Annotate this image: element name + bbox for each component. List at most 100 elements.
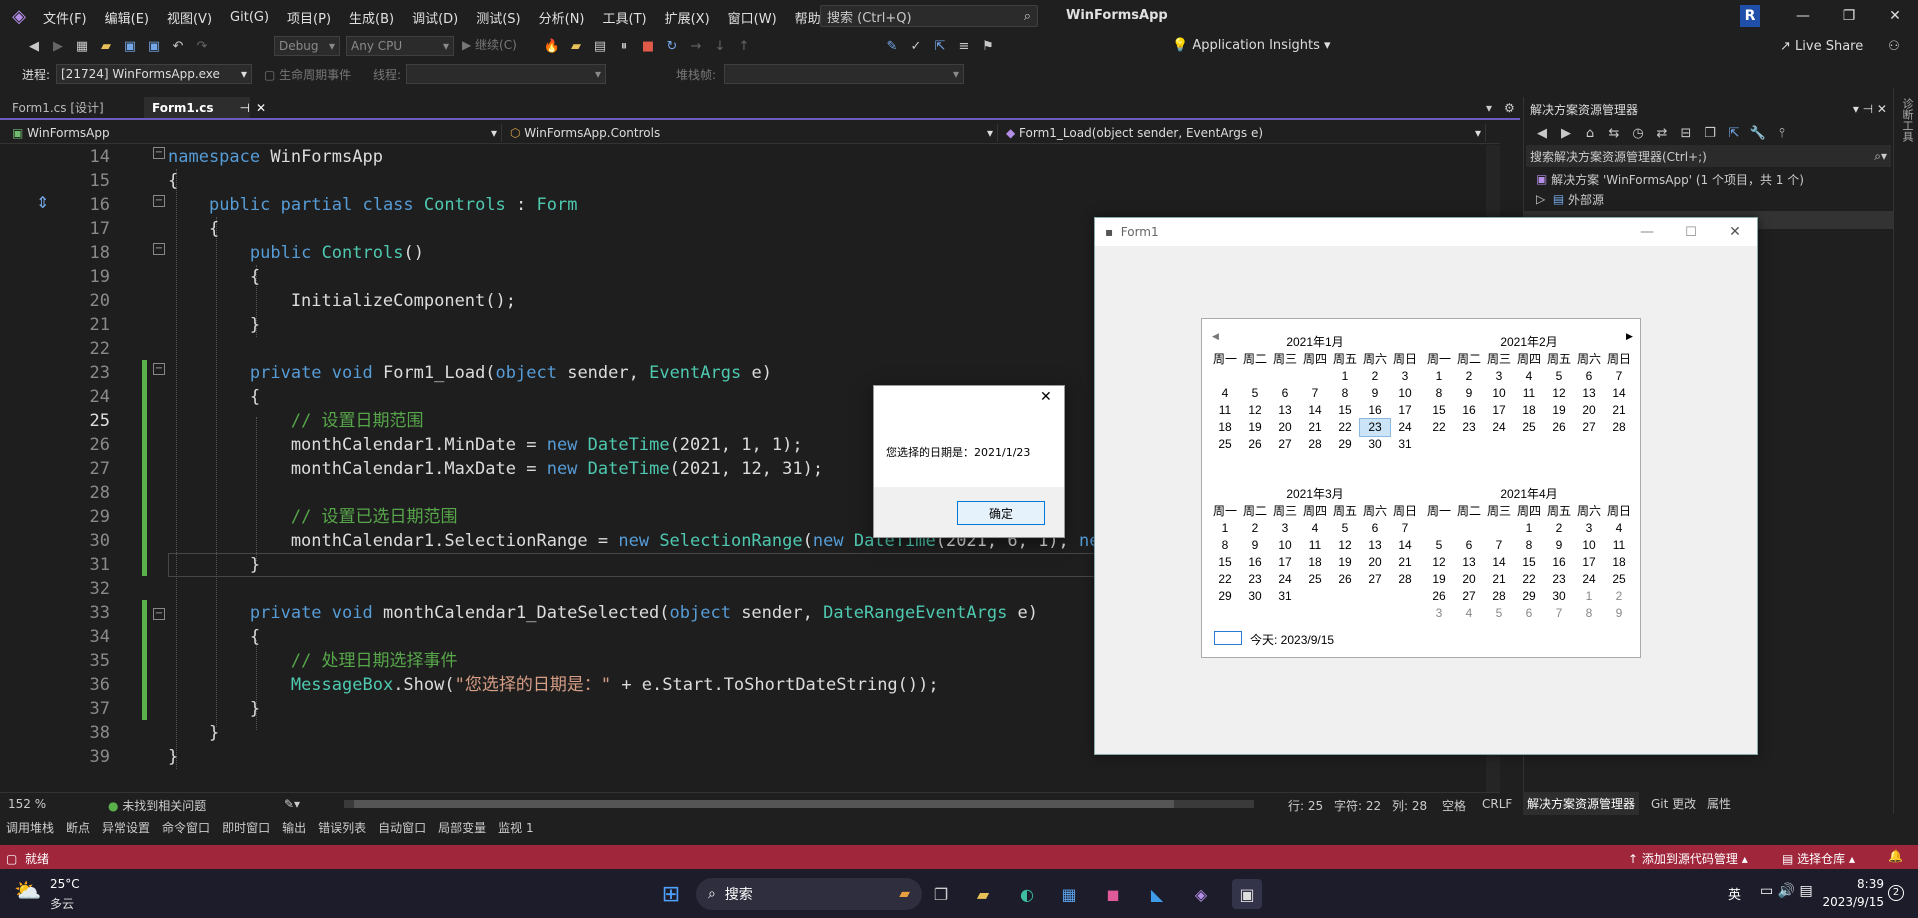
undo-icon[interactable]: ↶ xyxy=(168,36,188,56)
calendar-day[interactable]: 21 xyxy=(1300,419,1330,436)
calendar-day[interactable]: 16 xyxy=(1360,402,1390,419)
calendar-day[interactable]: 18 xyxy=(1300,554,1330,571)
calendar-day[interactable]: 21 xyxy=(1604,402,1634,419)
calendar-day[interactable]: 10 xyxy=(1484,385,1514,402)
weather-icon[interactable]: ⛅ xyxy=(14,879,41,904)
tool-tab[interactable]: 调用堆栈 xyxy=(6,819,54,836)
hot-reload-icon[interactable]: 🔥 xyxy=(542,36,562,56)
calendar-day[interactable]: 10 xyxy=(1390,385,1420,402)
class-dropdown[interactable]: ⬡ WinFormsApp.Controls ▾ xyxy=(506,124,998,142)
close-button[interactable]: ✕ xyxy=(1872,0,1918,32)
preview-icon[interactable]: ⇱ xyxy=(1724,123,1744,143)
calendar-day[interactable]: 30 xyxy=(1240,588,1270,605)
member-dropdown[interactable]: ◆ Form1_Load(object sender, EventArgs e)… xyxy=(1002,124,1486,142)
menu-item[interactable]: 文件(F) xyxy=(34,8,96,27)
open-icon[interactable]: ▰ xyxy=(96,36,116,56)
calendar-day[interactable]: 19 xyxy=(1424,571,1454,588)
month-title[interactable]: 2021年3月 xyxy=(1210,485,1420,503)
sync-icon[interactable]: ⇄ xyxy=(1652,123,1672,143)
switch-views-icon[interactable]: ⇆ xyxy=(1604,123,1624,143)
calendar-day[interactable]: 19 xyxy=(1330,554,1360,571)
calendar-day[interactable]: 20 xyxy=(1270,419,1300,436)
jetbrains-icon[interactable]: ◼ xyxy=(1098,879,1128,909)
add-source-control-button[interactable]: ↑ 添加到源代码管理 ▴ xyxy=(1628,850,1748,867)
tab-list-icon[interactable]: ▾ xyxy=(1486,101,1492,115)
calendar-day[interactable]: 1 xyxy=(1424,368,1454,385)
calendar-day[interactable]: 13 xyxy=(1270,402,1300,419)
menu-item[interactable]: 项目(P) xyxy=(278,8,340,27)
ok-button[interactable]: 确定 xyxy=(957,501,1045,525)
live-share-button[interactable]: ↗ Live Share xyxy=(1780,39,1863,54)
calendar-day[interactable]: 17 xyxy=(1484,402,1514,419)
tool-tab[interactable]: 输出 xyxy=(282,819,306,836)
stackframe-dropdown[interactable]: ▾ xyxy=(724,64,964,84)
menu-item[interactable]: 生成(B) xyxy=(340,8,403,27)
calendar-day[interactable]: 7 xyxy=(1300,385,1330,402)
calendar-day[interactable]: 18 xyxy=(1210,419,1240,436)
calendar-day[interactable]: 27 xyxy=(1454,588,1484,605)
calendar-day[interactable]: 2 xyxy=(1604,588,1634,605)
config-dropdown[interactable]: Debug ▾ xyxy=(274,36,340,56)
indent-mode[interactable]: 空格 xyxy=(1442,797,1466,814)
msgbox-close-button[interactable]: ✕ xyxy=(1040,389,1052,405)
calendar-day[interactable]: 13 xyxy=(1574,385,1604,402)
calendar-day[interactable]: 11 xyxy=(1514,385,1544,402)
calendar-day[interactable]: 3 xyxy=(1390,368,1420,385)
calendar-day[interactable]: 4 xyxy=(1604,520,1634,537)
calendar-day[interactable]: 9 xyxy=(1454,385,1484,402)
month-title[interactable]: 2021年4月 xyxy=(1424,485,1634,503)
horizontal-scrollbar[interactable] xyxy=(344,800,1254,808)
application-insights-button[interactable]: 💡 Application Insights ▾ xyxy=(1172,38,1331,53)
calendar-day[interactable]: 2 xyxy=(1360,368,1390,385)
back-icon[interactable]: ◀ xyxy=(1532,123,1552,143)
calendar-day[interactable]: 1 xyxy=(1210,520,1240,537)
input-language[interactable]: 英 xyxy=(1728,884,1741,903)
properties-icon[interactable]: 🔧 xyxy=(1748,123,1768,143)
calendar-day[interactable]: 28 xyxy=(1300,436,1330,453)
diagnostics-icon[interactable]: ✎ xyxy=(882,36,902,56)
calendar-day[interactable]: 12 xyxy=(1424,554,1454,571)
calendar-day[interactable]: 1 xyxy=(1330,368,1360,385)
calendar-day[interactable]: 27 xyxy=(1574,419,1604,436)
calendar-day[interactable]: 16 xyxy=(1544,554,1574,571)
nav-icon[interactable]: ⇱ xyxy=(930,36,950,56)
today-label[interactable]: 今天: 2023/9/15 xyxy=(1250,631,1334,648)
calendar-day[interactable]: 5 xyxy=(1424,537,1454,554)
calendar-day[interactable]: 20 xyxy=(1574,402,1604,419)
feedback-icon[interactable]: ⚇ xyxy=(1884,36,1904,56)
avatar[interactable]: R xyxy=(1740,5,1760,27)
thread-dropdown[interactable]: ▾ xyxy=(406,64,606,84)
calendar-day[interactable]: 8 xyxy=(1574,605,1604,622)
calendar-day[interactable]: 20 xyxy=(1360,554,1390,571)
panel-options-icon[interactable]: ▾ ⊣ ✕ xyxy=(1853,102,1887,116)
comment-icon[interactable]: ≡ xyxy=(954,36,974,56)
calendar-day[interactable]: 14 xyxy=(1484,554,1514,571)
scrollbar-thumb[interactable] xyxy=(354,800,1174,808)
calendar-day[interactable]: 30 xyxy=(1360,436,1390,453)
calendar-day[interactable]: 24 xyxy=(1484,419,1514,436)
start-button[interactable]: ⊞ xyxy=(656,879,686,909)
month-title[interactable]: 2021年1月 xyxy=(1210,333,1420,351)
calendar-day[interactable]: 26 xyxy=(1424,588,1454,605)
fold-toggle[interactable]: − xyxy=(153,363,165,375)
calendar-day[interactable]: 24 xyxy=(1270,571,1300,588)
step-icon[interactable]: → xyxy=(686,36,706,56)
tab-git-changes[interactable]: Git 更改 xyxy=(1651,795,1696,812)
form-minimize-button[interactable]: — xyxy=(1625,224,1669,240)
tab-form1-designer[interactable]: Form1.cs [设计] xyxy=(4,97,112,118)
calendar-day[interactable]: 16 xyxy=(1454,402,1484,419)
tray-icons[interactable]: ▭ 🔊 ▤ xyxy=(1760,883,1813,899)
calendar-day[interactable]: 29 xyxy=(1210,588,1240,605)
calendar-day[interactable]: 11 xyxy=(1300,537,1330,554)
calendar-day[interactable]: 14 xyxy=(1300,402,1330,419)
calendar-day[interactable]: 25 xyxy=(1210,436,1240,453)
form-maximize-button[interactable]: ☐ xyxy=(1669,225,1713,240)
calendar-day[interactable]: 24 xyxy=(1390,419,1420,436)
calendar-day[interactable]: 19 xyxy=(1240,419,1270,436)
calendar-day[interactable]: 15 xyxy=(1424,402,1454,419)
vscode-icon[interactable]: ◣ xyxy=(1142,879,1172,909)
store-icon[interactable]: ▦ xyxy=(1054,879,1084,909)
home-icon[interactable]: ⌂ xyxy=(1580,123,1600,143)
tool-tab[interactable]: 命令窗口 xyxy=(162,819,210,836)
calendar-day[interactable]: 24 xyxy=(1574,571,1604,588)
